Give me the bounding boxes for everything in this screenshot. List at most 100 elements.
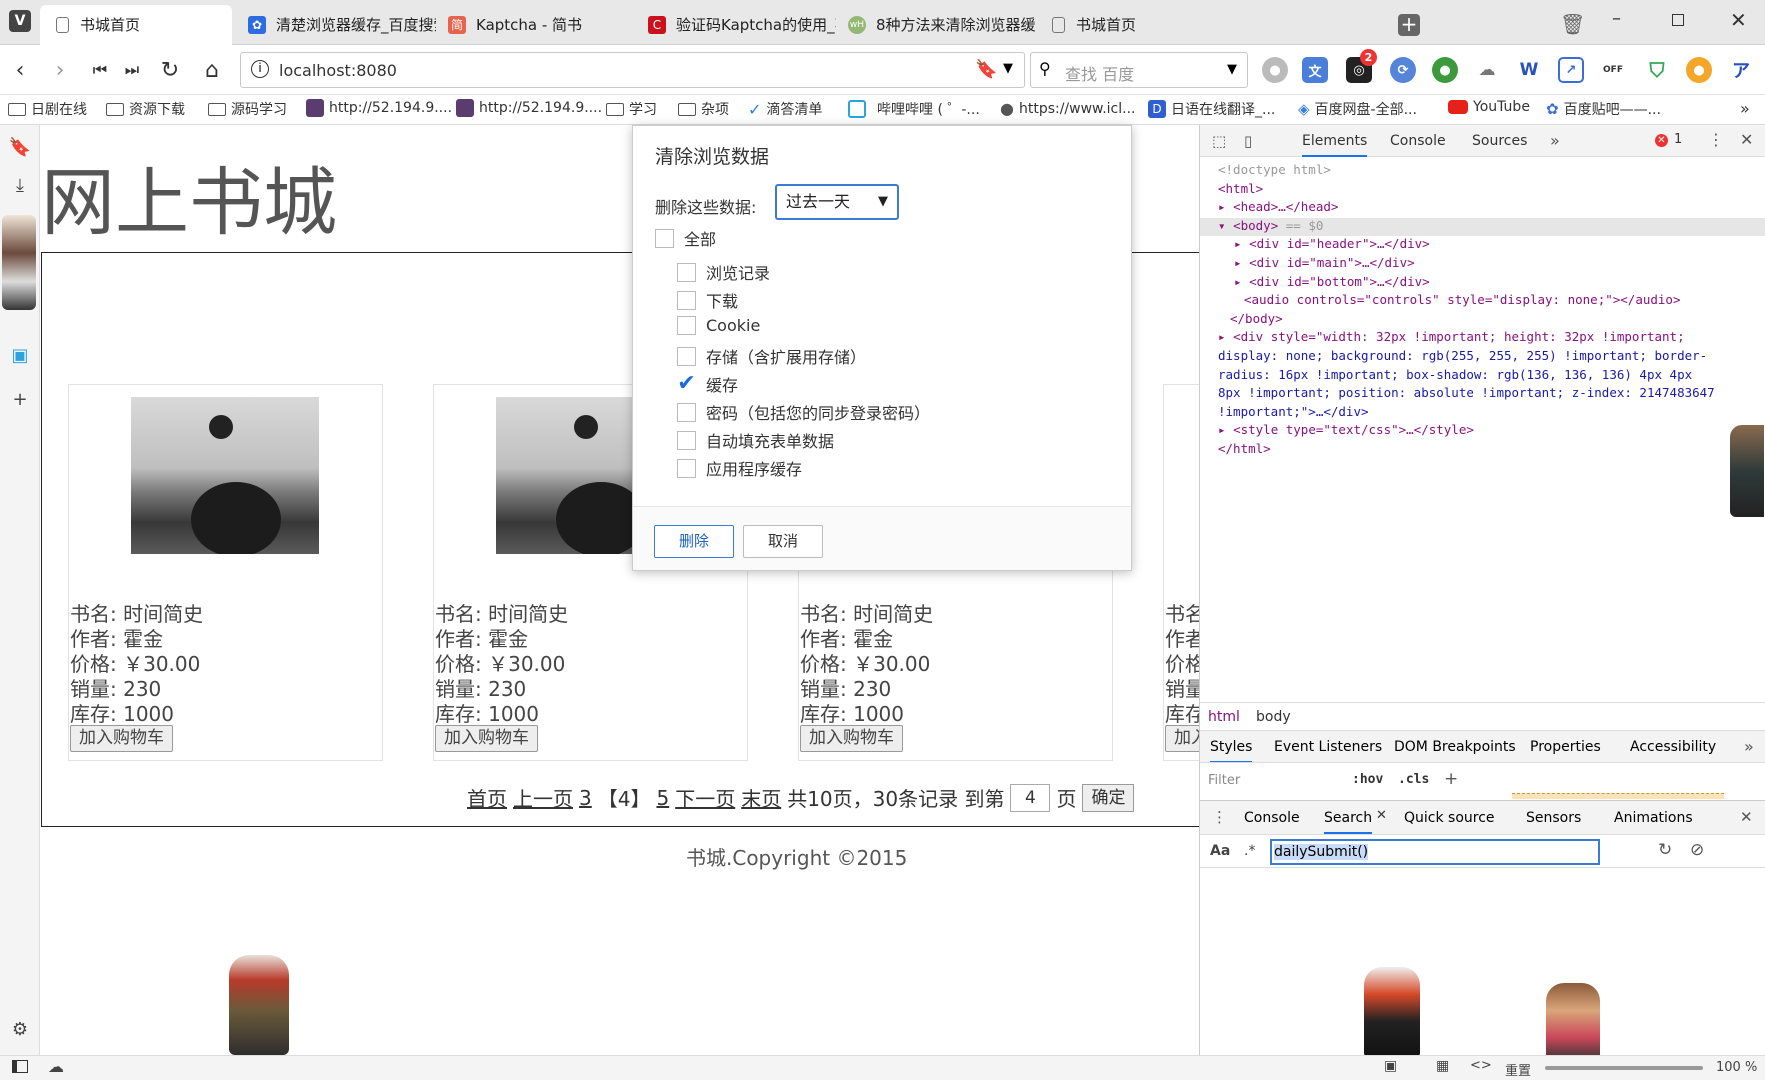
checkbox-autofill[interactable]: 自动填充表单数据	[677, 428, 834, 452]
checkbox-passwords[interactable]: 密码（包括您的同步登录密码）	[677, 400, 930, 424]
device-toolbar-icon[interactable]: ▯	[1244, 132, 1252, 150]
drawer-tab-search[interactable]: Search	[1324, 810, 1373, 834]
tab-baidu-search[interactable]: ✿ 清楚浏览器缓存_百度搜索	[236, 5, 436, 45]
drawer-tab-animations[interactable]: Animations	[1614, 810, 1693, 826]
image-icon[interactable]: ▦	[1436, 1058, 1449, 1074]
profile-icon[interactable]: ●	[1262, 57, 1288, 83]
settings-icon[interactable]: ⚙	[8, 1017, 32, 1041]
translate-icon[interactable]: 文	[1302, 57, 1328, 83]
regex-toggle[interactable]: .*	[1244, 843, 1255, 859]
checkbox-app-cache[interactable]: 应用程序缓存	[677, 456, 802, 480]
reset-zoom-button[interactable]: 重置	[1505, 1060, 1531, 1079]
bookmark-link[interactable]: http://52.194.9....	[306, 99, 452, 117]
bookmark-link[interactable]: 哔哩哔哩 ( ゜-...	[848, 99, 980, 119]
next-page-link[interactable]: 下一页	[675, 783, 735, 812]
panel-toggle-icon[interactable]	[12, 1060, 28, 1073]
cancel-button[interactable]: 取消	[743, 525, 823, 558]
checkbox[interactable]	[677, 346, 696, 366]
close-search-tab-icon[interactable]: ✕	[1376, 808, 1387, 823]
dom-line[interactable]: ▸ <div id="header">…</div>	[1218, 235, 1765, 254]
clear-icon[interactable]: ⊘	[1690, 840, 1704, 860]
new-tab-icon[interactable]: +	[1398, 14, 1420, 36]
checkbox[interactable]	[677, 402, 696, 422]
search-query-input[interactable]: dailySubmit()	[1270, 839, 1600, 865]
hov-toggle[interactable]: :hov	[1352, 772, 1383, 787]
tab-dom-breakpoints[interactable]: DOM Breakpoints	[1394, 739, 1516, 755]
bookmark-link[interactable]: http://52.194.9....	[456, 99, 602, 117]
match-case-toggle[interactable]: Aa	[1210, 843, 1230, 859]
sync-icon[interactable]: ⟳	[1390, 57, 1416, 83]
confirm-page-button[interactable]: 确定	[1082, 783, 1135, 812]
downloads-icon[interactable]: ⤓	[8, 173, 32, 197]
sync-cloud-icon[interactable]: ☁	[48, 1057, 64, 1076]
code-icon[interactable]: <>	[1470, 1058, 1492, 1073]
zoom-slider[interactable]	[1545, 1066, 1703, 1070]
rewind-icon[interactable]: ⏮	[84, 54, 116, 86]
drawer-tab-quick-source[interactable]: Quick source	[1404, 810, 1495, 826]
dom-line[interactable]: </html>	[1218, 440, 1765, 459]
inspect-element-icon[interactable]: ⬚	[1212, 132, 1226, 150]
add-to-cart-button[interactable]: 加入购物车	[70, 725, 173, 752]
drawer-tab-console[interactable]: Console	[1244, 810, 1300, 826]
checkbox-storage[interactable]: 存储（含扩展用存储）	[677, 344, 866, 368]
filter-input[interactable]: Filter	[1208, 773, 1240, 788]
restore-icon[interactable]	[1672, 14, 1684, 26]
bookmark-link[interactable]: D 日语在线翻译_...	[1148, 99, 1275, 119]
dom-line[interactable]: <!doctype html>	[1218, 161, 1765, 180]
checkbox-all[interactable]: 全部	[655, 226, 716, 250]
minimize-icon[interactable]: –	[1612, 8, 1621, 29]
last-page-link[interactable]: 末页	[741, 783, 781, 812]
tab-bookstore-1[interactable]: 书城首页	[40, 5, 232, 45]
share-icon[interactable]: ↗	[1558, 57, 1584, 83]
dom-line[interactable]: ▸ <div style="width: 32px !important; he…	[1218, 328, 1765, 347]
jp-dict-icon[interactable]: ア	[1728, 57, 1754, 83]
tab-bookstore-2[interactable]: 书城首页	[1036, 5, 1226, 45]
chevron-down-icon[interactable]: ▼	[1003, 61, 1013, 76]
checkbox-history[interactable]: 浏览记录	[677, 260, 770, 284]
tab-properties[interactable]: Properties	[1530, 739, 1601, 755]
info-icon[interactable]: i	[251, 60, 269, 78]
checkbox[interactable]	[677, 430, 696, 450]
checkbox-cache[interactable]: ✔ 缓存	[677, 372, 738, 396]
more-tabs-icon[interactable]: »	[1550, 131, 1560, 150]
word-icon[interactable]: W	[1516, 57, 1542, 83]
search-icon[interactable]: ⚲	[1039, 59, 1051, 78]
page-5-link[interactable]: 5	[656, 786, 669, 810]
chevron-down-icon[interactable]: ▼	[1227, 62, 1237, 77]
bookmark-folder[interactable]: 杂项	[678, 99, 729, 119]
off-icon[interactable]: OFF	[1600, 57, 1626, 83]
add-to-cart-button[interactable]: 加入购物车	[435, 725, 538, 752]
dom-line[interactable]: <audio controls="controls" style="displa…	[1218, 291, 1765, 310]
tab-console[interactable]: Console	[1390, 133, 1446, 149]
new-style-rule-icon[interactable]: +	[1444, 769, 1458, 789]
tab-accessibility[interactable]: Accessibility	[1630, 739, 1716, 755]
checkbox[interactable]	[677, 458, 696, 478]
add-to-cart-button[interactable]: 加入购物车	[1165, 725, 1199, 752]
bookmark-link[interactable]: ● https://www.icl...	[1000, 99, 1136, 118]
bookmark-icon[interactable]: 🔖	[975, 59, 997, 80]
time-range-select[interactable]: 过去一天 ▼	[775, 184, 899, 220]
first-page-link[interactable]: 首页	[467, 783, 507, 812]
checkbox[interactable]	[655, 228, 674, 248]
kebab-menu-icon[interactable]: ⋮	[1708, 130, 1724, 149]
dom-line[interactable]: ▸ <head>…</head>	[1218, 198, 1765, 217]
tab-styles[interactable]: Styles	[1210, 739, 1253, 763]
bookmark-link[interactable]: YouTube	[1448, 99, 1530, 115]
search-field[interactable]: ⚲ 查找 百度 ▼	[1030, 52, 1248, 88]
screenshot-icon[interactable]: ▣	[1384, 1058, 1397, 1074]
bookmark-panel-icon[interactable]: 🔖	[8, 135, 32, 159]
dom-line[interactable]: ▸ <div id="main">…</div>	[1218, 254, 1765, 273]
fast-forward-icon[interactable]: ⏭	[116, 54, 148, 86]
reload-icon[interactable]: ↻	[154, 54, 186, 86]
breadcrumb-body[interactable]: body	[1256, 709, 1291, 725]
bookmark-link[interactable]: ✿ 百度贴吧——...	[1546, 99, 1661, 119]
checkbox[interactable]	[677, 316, 696, 335]
checkbox[interactable]	[677, 290, 696, 310]
page-3-link[interactable]: 3	[579, 786, 592, 810]
checkbox-downloads[interactable]: 下载	[677, 288, 738, 312]
tab-jianshu[interactable]: 简 Kaptcha - 简书	[436, 5, 636, 45]
page-number-input[interactable]: 4	[1010, 783, 1051, 812]
tab-elements[interactable]: Elements	[1302, 133, 1368, 157]
bookmark-folder[interactable]: 学习	[606, 99, 657, 119]
url-text[interactable]: localhost:8080	[279, 61, 397, 80]
